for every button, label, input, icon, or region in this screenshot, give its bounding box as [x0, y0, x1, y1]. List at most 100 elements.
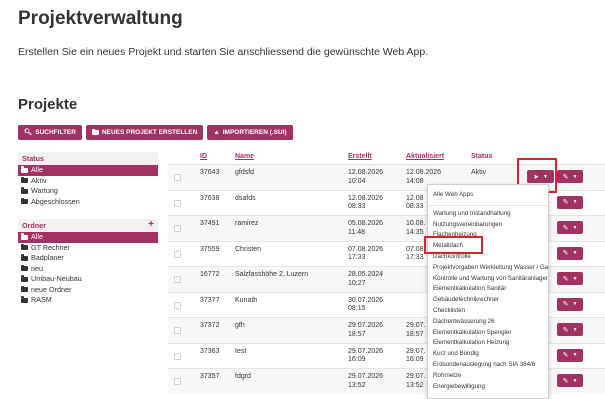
folder-icon	[21, 296, 28, 303]
menu-item-app[interactable]: Rohrnetze	[428, 371, 548, 382]
status-item-all[interactable]: Alle	[18, 165, 158, 176]
column-id[interactable]: ID	[200, 153, 207, 160]
add-folder-icon[interactable]: +	[148, 219, 154, 232]
row-checkbox[interactable]	[174, 250, 181, 258]
row-name: test	[235, 347, 247, 355]
row-checkbox[interactable]	[174, 225, 181, 232]
menu-item-app[interactable]: Energiebewilligung	[428, 382, 548, 393]
edit-button[interactable]: ✎ ▼	[557, 195, 583, 209]
row-created-time: 13:52	[348, 381, 366, 389]
menu-item-app[interactable]: Gebäudetechnikrechner	[428, 295, 548, 306]
row-created: 05.08.2026 11:48	[348, 220, 383, 237]
folder-title: Ordner	[22, 221, 46, 230]
edit-button[interactable]: ✎ ▼	[557, 221, 583, 234]
row-created: 29.07.2026 13:52	[348, 373, 383, 390]
row-checkbox[interactable]	[174, 327, 181, 334]
sidebar: Status Alle Aktiv Wartung Abgeschlossen …	[18, 152, 158, 306]
folder-icon	[21, 264, 28, 272]
import-button[interactable]: ▲ IMPORTIEREN (.SUI)	[207, 125, 293, 140]
row-id: 37357	[200, 373, 220, 380]
row-created-date: 28.05.2024	[348, 271, 384, 278]
web-apps-button[interactable]: ➤ ▼	[527, 170, 554, 183]
folder-item-neu[interactable]: neu	[18, 264, 158, 275]
row-id: 37638	[200, 194, 220, 202]
menu-item-app[interactable]: Projektvorgaben Werkleitung Wasser / Gas	[428, 263, 548, 274]
menu-item-app[interactable]: Elementkalkulation Sanitär	[428, 284, 548, 295]
folder-item-badplaner[interactable]: Badplaner	[18, 253, 158, 264]
row-checkbox[interactable]	[174, 199, 181, 207]
new-project-label: NEUES PROJEKT ERSTELLEN	[101, 129, 198, 136]
row-updated-time: 18:57	[406, 330, 424, 338]
menu-item-app[interactable]: Erdsondenauslegung nach SIA 384/6	[428, 360, 548, 371]
status-item-label: Abgeschlossen	[31, 196, 80, 206]
status-item-maintenance[interactable]: Wartung	[18, 186, 158, 197]
status-item-label: Aktiv	[31, 175, 47, 185]
menu-item-app[interactable]: Elementkalkulation Heizung	[428, 338, 548, 349]
folder-item-label: RASM	[31, 295, 52, 304]
folder-icon	[21, 166, 28, 173]
folder-header: Ordner +	[18, 219, 158, 232]
row-created-time: 10:04	[348, 177, 366, 185]
row-checkbox[interactable]	[174, 276, 181, 283]
row-checkbox[interactable]	[174, 378, 181, 385]
column-created[interactable]: Erstellt	[348, 153, 372, 160]
edit-button[interactable]: ✎ ▼	[557, 348, 583, 362]
row-updated: 07.08. 17:33	[406, 246, 425, 263]
pencil-icon: ✎	[562, 326, 569, 334]
row-updated-date: 12.08.2026	[406, 169, 442, 176]
edit-button[interactable]: ✎ ▼	[557, 297, 583, 311]
folder-item-all[interactable]: Alle	[18, 232, 158, 243]
row-created-time: 08:33	[348, 203, 366, 210]
caret-down-icon: ▼	[572, 275, 578, 282]
folder-item-rasm[interactable]: RASM	[18, 295, 158, 306]
edit-button[interactable]: ✎ ▼	[557, 170, 583, 183]
edit-button[interactable]: ✎ ▼	[557, 374, 583, 387]
folder-item-label: GT Rechner	[31, 242, 71, 252]
caret-down-icon: ▼	[572, 173, 578, 180]
edit-button[interactable]: ✎ ▼	[557, 323, 583, 336]
search-filter-button[interactable]: 🔍︎ SUCHFILTER	[18, 125, 82, 140]
row-created-date: 07.08.2026	[348, 245, 384, 253]
menu-item-app[interactable]: Checklisten	[428, 306, 548, 317]
menu-item-app[interactable]: Wartung und Instandhaltung	[428, 209, 548, 220]
folder-item-umbau-neubau[interactable]: Umbau-Neubau	[18, 274, 158, 285]
column-updated[interactable]: Aktualisiert	[406, 153, 444, 160]
row-id: 37377	[200, 296, 220, 304]
menu-item-app[interactable]: Kurz und Bündig	[428, 349, 548, 360]
status-item-active[interactable]: Aktiv	[18, 176, 158, 187]
row-created-time: 18:57	[348, 330, 366, 338]
row-checkbox[interactable]	[174, 174, 181, 181]
row-name: gfh	[235, 322, 245, 329]
row-created-date: 29.07.2026	[348, 347, 384, 355]
edit-button[interactable]: ✎ ▼	[557, 246, 583, 260]
caret-down-icon: ▼	[572, 377, 578, 384]
row-checkbox[interactable]	[174, 301, 181, 309]
folder-item-neue-ordner[interactable]: neue Ordner	[18, 285, 158, 296]
row-updated-time: 16:09	[406, 356, 424, 363]
row-created-time: 16:09	[348, 356, 366, 363]
folder-icon	[21, 285, 28, 293]
menu-item-app[interactable]: Dachentwässerung 26	[428, 317, 548, 328]
column-name[interactable]: Name	[235, 153, 254, 160]
new-project-button[interactable]: NEUES PROJEKT ERSTELLEN	[85, 125, 204, 140]
row-name: Christen	[235, 245, 262, 253]
row-id: 37363	[200, 347, 220, 355]
row-created-date: 12.08.2026	[348, 169, 384, 176]
caret-down-icon: ▼	[572, 352, 578, 358]
section-title: Projekte	[18, 96, 78, 113]
row-id: 37491	[200, 220, 220, 227]
row-id: 37643	[200, 169, 220, 176]
menu-item-all-apps[interactable]: Alle Web Apps	[428, 190, 548, 201]
row-id: 16772	[200, 271, 220, 278]
folder-icon	[21, 197, 28, 205]
edit-button[interactable]: ✎ ▼	[557, 272, 583, 285]
page-intro: Erstellen Sie ein neues Projekt und star…	[18, 46, 429, 58]
menu-item-app[interactable]: Kontrolle und Wartung von Sanitäranlagen	[428, 274, 548, 285]
folder-icon	[21, 176, 28, 184]
menu-item-app[interactable]: Nutzungsvereinbarungen	[428, 220, 548, 231]
row-created: 29.07.2026 16:09	[348, 348, 383, 365]
row-checkbox[interactable]	[174, 352, 181, 360]
menu-item-app[interactable]: Elementkalkulation Spengler	[428, 328, 548, 339]
folder-item-gt-rechner[interactable]: GT Rechner	[18, 243, 158, 254]
status-item-completed[interactable]: Abgeschlossen	[18, 197, 158, 208]
